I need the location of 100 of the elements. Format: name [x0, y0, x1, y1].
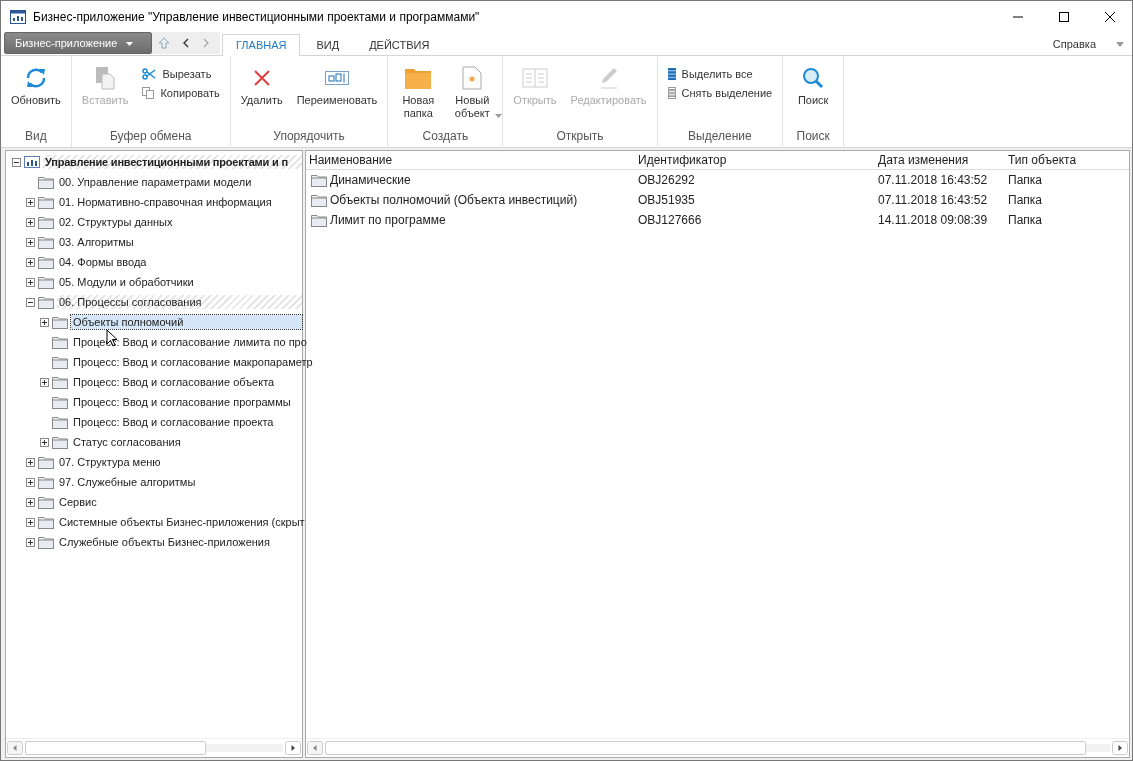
table-cell: Объекты полномочий (Объекта инвестиций) [330, 193, 578, 207]
tree-item[interactable]: 00. Управление параметрами модели [57, 175, 302, 189]
folder-icon [52, 355, 68, 369]
ribbon-button[interactable]: Новый объект [446, 64, 499, 120]
column-header[interactable]: Идентификатор [635, 153, 875, 167]
ribbon-button[interactable]: Удалить [234, 64, 289, 107]
expand-icon[interactable] [26, 457, 35, 467]
expand-icon[interactable] [26, 197, 35, 207]
caret-icon [495, 114, 503, 118]
pencil-icon [598, 67, 619, 89]
folder-icon [52, 395, 68, 409]
folder-icon [52, 315, 68, 329]
folder-icon [38, 495, 54, 509]
collapse-icon[interactable] [12, 157, 21, 167]
caret-icon[interactable] [1116, 42, 1124, 47]
scrollbar-thumb[interactable] [25, 741, 206, 755]
ribbon-group-label: Создать [421, 129, 470, 145]
ribbon-tab[interactable]: ДЕЙСТВИЯ [355, 34, 444, 55]
tree-item[interactable]: 04. Формы ввода [57, 255, 302, 269]
table-cell: OBJ51935 [638, 193, 695, 207]
table-cell: OBJ26292 [638, 173, 695, 187]
expand-icon[interactable] [40, 317, 49, 327]
ribbon-tab[interactable]: ВИД [302, 34, 354, 55]
expand-icon[interactable] [26, 257, 35, 267]
folder-icon [38, 455, 54, 469]
chart-icon [24, 156, 40, 168]
tree-item[interactable]: Процесс: Ввод и согласование объекта [71, 375, 302, 389]
expand-icon[interactable] [26, 237, 35, 247]
folder-icon [52, 435, 68, 449]
tree-item[interactable]: Служебные объекты Бизнес-приложения [57, 535, 302, 549]
expand-icon[interactable] [26, 477, 35, 487]
expand-icon[interactable] [40, 437, 49, 447]
tree-item[interactable]: Процесс: Ввод и согласование программы [71, 395, 302, 409]
ribbon-button[interactable]: Переименовать [290, 64, 384, 107]
tree-item[interactable]: 97. Служебные алгоритмы [57, 475, 302, 489]
app-menu-button[interactable]: Бизнес-приложение [4, 32, 152, 54]
tree-item[interactable]: 05. Модули и обработчики [57, 275, 302, 289]
ribbon-button[interactable]: Снять выделение [667, 85, 773, 101]
tree-item[interactable]: 01. Нормативно-справочная информация [57, 195, 302, 209]
ribbon-button[interactable]: Обновить [5, 64, 67, 107]
expand-icon[interactable] [26, 217, 35, 227]
tree-item[interactable]: Сервис [57, 495, 302, 509]
ribbon-button[interactable]: Поиск [787, 64, 840, 107]
folder-icon [311, 193, 327, 207]
open-book-icon [521, 68, 548, 88]
tree-item[interactable]: Процесс: Ввод и согласование макропараметр [71, 355, 315, 369]
ribbon-button[interactable]: Вырезать [142, 66, 220, 82]
folder-icon [38, 295, 54, 309]
help-menu[interactable]: Справка [1052, 38, 1116, 55]
tree-item[interactable]: Объекты полномочий [71, 315, 302, 329]
tree-item[interactable]: 06. Процессы согласования [57, 295, 302, 309]
paste-icon [94, 66, 117, 90]
maximize-icon[interactable] [1058, 11, 1070, 23]
close-icon[interactable] [1104, 11, 1116, 23]
tree-item[interactable]: Системные объекты Бизнес-приложения (скрыт [57, 515, 307, 529]
table-cell: Папка [1008, 173, 1042, 187]
tree-item[interactable]: Статус согласования [71, 435, 302, 449]
column-header[interactable]: Наименование [306, 153, 635, 167]
expand-icon[interactable] [40, 377, 49, 387]
scroll-right-icon[interactable] [285, 741, 301, 755]
folder-icon [38, 535, 54, 549]
expand-icon[interactable] [26, 497, 35, 507]
ribbon-group-label: Буфер обмена [108, 129, 193, 145]
collapse-icon[interactable] [26, 297, 35, 307]
back-icon[interactable] [182, 38, 190, 48]
search-icon [802, 67, 825, 89]
table-cell: 07.11.2018 16:43:52 [878, 173, 988, 187]
tree-item[interactable]: Управление инвестиционными проектами и п [43, 155, 302, 169]
column-header[interactable]: Тип объекта [1005, 153, 1129, 167]
ribbon-group-label: Упорядочить [272, 129, 346, 145]
tree-item[interactable]: 03. Алгоритмы [57, 235, 302, 249]
expand-icon[interactable] [26, 517, 35, 527]
ribbon-group-label: Выделение [687, 129, 753, 145]
table-cell: 14.11.2018 09:08:39 [878, 213, 988, 227]
tree-item[interactable]: 02. Структуры данных [57, 215, 302, 229]
folder-icon [38, 475, 54, 489]
tree-item[interactable]: 07. Структура меню [57, 455, 302, 469]
folder-icon [38, 175, 54, 189]
folder-icon [38, 275, 54, 289]
ribbon-button[interactable]: Копировать [142, 85, 220, 101]
ribbon-tab[interactable]: ГЛАВНАЯ [222, 34, 301, 56]
ribbon-group-label: Открыть [555, 129, 605, 145]
ribbon-button[interactable]: Выделить все [667, 66, 773, 82]
app-icon [10, 10, 26, 24]
scrollbar-thumb[interactable] [325, 741, 1087, 755]
scroll-left-icon[interactable] [307, 741, 323, 755]
folder-icon [405, 67, 432, 89]
ribbon-group-label: Поиск [795, 129, 831, 145]
scroll-left-icon[interactable] [7, 741, 23, 755]
tree-item[interactable]: Процесс: Ввод и согласование проекта [71, 415, 302, 429]
expand-icon[interactable] [26, 277, 35, 287]
rename-icon [325, 71, 349, 85]
column-header[interactable]: Дата изменения [875, 153, 1005, 167]
ribbon-button[interactable]: Новая папка [392, 64, 445, 120]
expand-icon[interactable] [26, 537, 35, 547]
new-document-icon [462, 66, 483, 90]
folder-icon [311, 173, 327, 187]
folder-icon [52, 335, 68, 349]
scroll-right-icon[interactable] [1112, 741, 1128, 755]
folder-icon [52, 415, 68, 429]
